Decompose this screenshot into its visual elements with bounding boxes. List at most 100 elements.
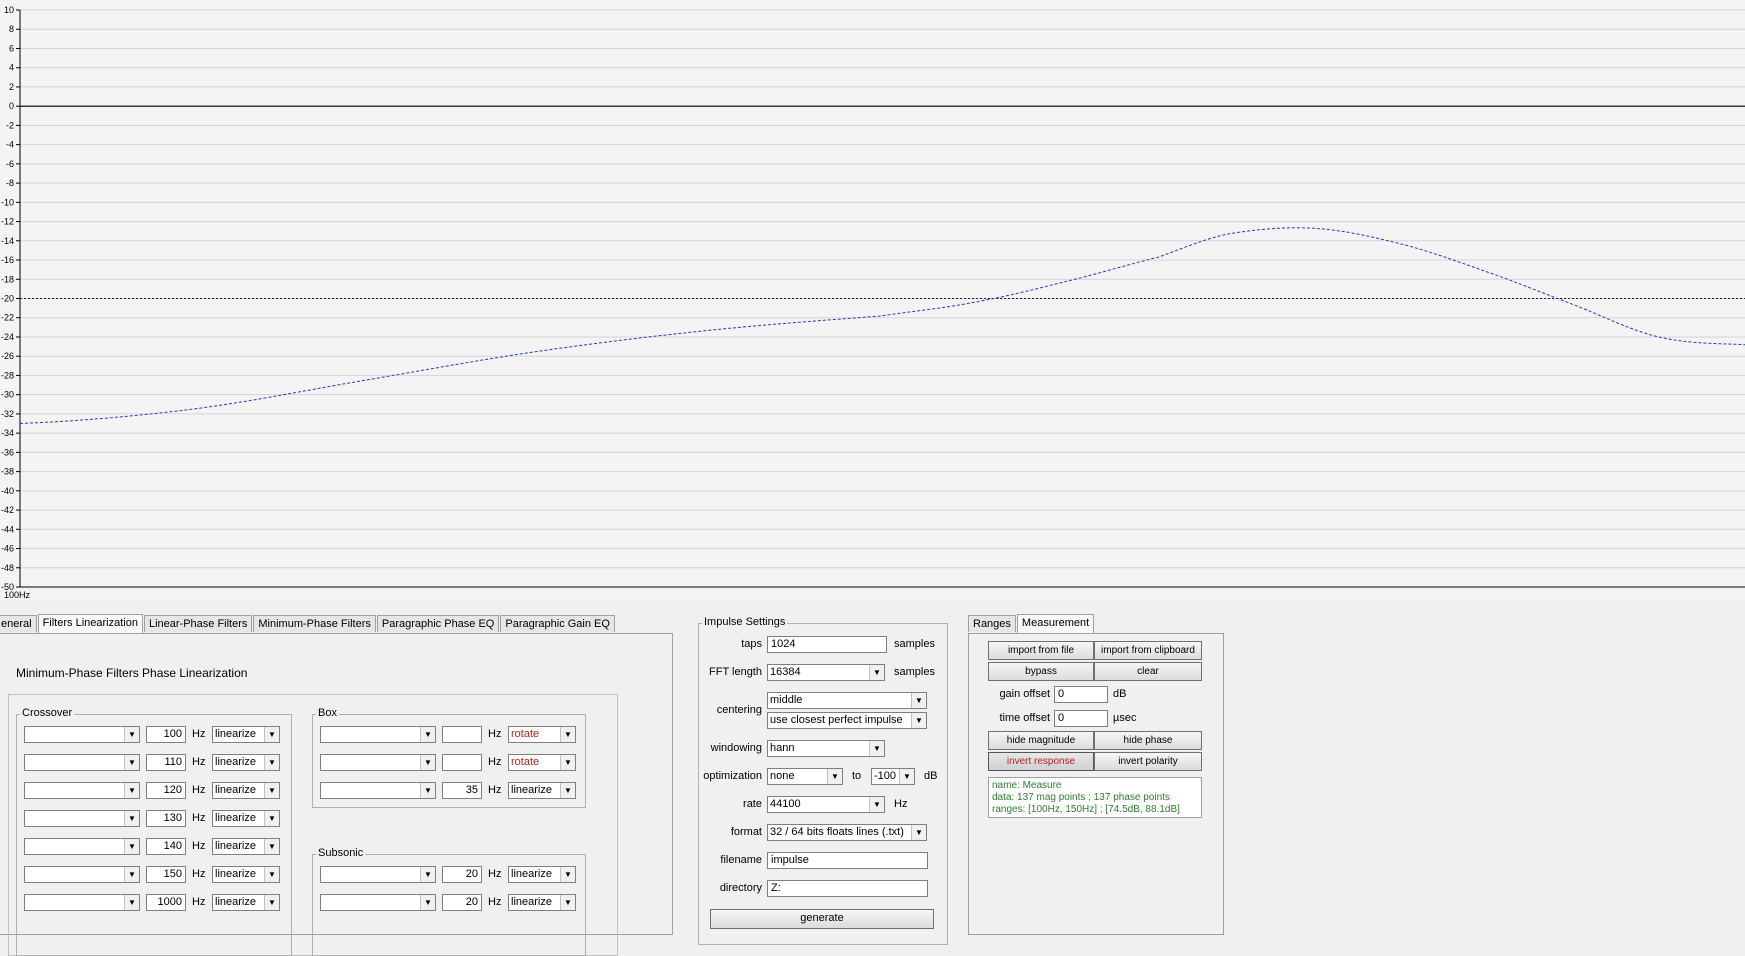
- box-hz-unit: Hz: [488, 784, 502, 796]
- subsonic-mode-select[interactable]: linearize ▼: [508, 894, 576, 911]
- subsonic-label: Subsonic: [316, 847, 366, 859]
- crossover-freq-input[interactable]: 100: [146, 726, 186, 743]
- crossover-mode-select[interactable]: linearize ▼: [212, 810, 280, 827]
- bypass-button[interactable]: bypass: [988, 662, 1094, 681]
- fft-length-value: 16384: [770, 666, 801, 678]
- crossover-mode-select[interactable]: linearize ▼: [212, 754, 280, 771]
- box-freq-input[interactable]: 35: [442, 782, 482, 799]
- tab-minimum-phase-filters[interactable]: Minimum-Phase Filters: [253, 615, 376, 632]
- y-tick-label: -8: [6, 178, 14, 188]
- y-tick-label: -26: [1, 351, 14, 361]
- centering-mode-select[interactable]: use closest perfect impulse ▼: [767, 712, 927, 729]
- crossover-type-select[interactable]: ▼: [24, 726, 140, 743]
- fft-length-unit: samples: [894, 666, 935, 678]
- directory-input[interactable]: Z:: [767, 880, 928, 897]
- chevron-down-icon: ▼: [264, 867, 279, 882]
- crossover-mode-select[interactable]: linearize ▼: [212, 894, 280, 911]
- chevron-down-icon: ▼: [899, 769, 914, 784]
- chevron-down-icon: ▼: [420, 727, 435, 742]
- filename-input[interactable]: impulse: [767, 852, 928, 869]
- box-mode-select[interactable]: rotate ▼: [508, 754, 576, 771]
- rate-select[interactable]: 44100 ▼: [767, 796, 885, 813]
- box-type-select[interactable]: ▼: [320, 754, 436, 771]
- optimization-to-value: -100: [874, 770, 897, 782]
- taps-input[interactable]: 1024: [767, 636, 887, 653]
- crossover-freq-input[interactable]: 130: [146, 810, 186, 827]
- y-tick-label: 2: [9, 82, 14, 92]
- crossover-freq-input[interactable]: 140: [146, 838, 186, 855]
- crossover-freq-input[interactable]: 1000: [146, 894, 186, 911]
- import-from-file-button[interactable]: import from file: [988, 641, 1094, 660]
- windowing-select[interactable]: hann ▼: [767, 740, 885, 757]
- box-mode-select-value: linearize: [511, 784, 552, 796]
- optimization-select[interactable]: none ▼: [767, 768, 843, 785]
- subsonic-freq-input[interactable]: 20: [442, 894, 482, 911]
- fft-length-select[interactable]: 16384 ▼: [767, 664, 885, 681]
- chevron-down-icon: ▼: [869, 797, 884, 812]
- import-from-clipboard-button[interactable]: import from clipboard: [1094, 641, 1202, 660]
- box-mode-select[interactable]: rotate ▼: [508, 726, 576, 743]
- crossover-freq-input[interactable]: 110: [146, 754, 186, 771]
- subsonic-hz-unit: Hz: [488, 896, 502, 908]
- box-mode-select-value: rotate: [511, 756, 540, 768]
- tab-measurement[interactable]: Measurement: [1016, 614, 1095, 633]
- directory-label: directory: [719, 882, 762, 894]
- crossover-type-select[interactable]: ▼: [24, 782, 140, 799]
- generate-button[interactable]: generate: [710, 909, 934, 929]
- subsonic-type-select[interactable]: ▼: [320, 866, 436, 883]
- y-tick-label: -4: [6, 140, 14, 150]
- box-type-select[interactable]: ▼: [320, 782, 436, 799]
- tab-general[interactable]: eneral: [0, 615, 37, 632]
- crossover-freq-input[interactable]: 150: [146, 866, 186, 883]
- crossover-mode-select[interactable]: linearize ▼: [212, 782, 280, 799]
- crossover-type-select[interactable]: ▼: [24, 754, 140, 771]
- time-offset-input[interactable]: 0: [1054, 710, 1108, 727]
- chevron-down-icon: ▼: [560, 727, 575, 742]
- crossover-mode-select[interactable]: linearize ▼: [212, 838, 280, 855]
- chevron-down-icon: ▼: [420, 867, 435, 882]
- y-tick-label: -40: [1, 486, 14, 496]
- tab-paragraphic-phase-eq[interactable]: Paragraphic Phase EQ: [376, 615, 500, 632]
- chevron-down-icon: ▼: [560, 895, 575, 910]
- x-tick-label: 100Hz: [4, 590, 31, 600]
- subsonic-freq-input[interactable]: 20: [442, 866, 482, 883]
- box-type-select[interactable]: ▼: [320, 726, 436, 743]
- crossover-hz-unit: Hz: [192, 728, 206, 740]
- clear-button[interactable]: clear: [1094, 662, 1202, 681]
- tab-filters-linearization[interactable]: Filters Linearization: [37, 614, 143, 633]
- hide-magnitude-button[interactable]: hide magnitude: [988, 731, 1094, 750]
- box-freq-input[interactable]: [442, 726, 482, 743]
- crossover-type-select[interactable]: ▼: [24, 838, 140, 855]
- box-freq-input[interactable]: [442, 754, 482, 771]
- format-select[interactable]: 32 / 64 bits floats lines (.txt) ▼: [767, 824, 927, 841]
- gain-offset-unit: dB: [1113, 688, 1127, 700]
- crossover-type-select[interactable]: ▼: [24, 810, 140, 827]
- crossover-mode-select[interactable]: linearize ▼: [212, 866, 280, 883]
- crossover-freq-input[interactable]: 120: [146, 782, 186, 799]
- tab-ranges[interactable]: Ranges: [968, 615, 1016, 632]
- response-chart[interactable]: 10 8 6 4 2 0 -2 -4 -6 -8 -10 -12 -14 -16 -18 -20 -22 -24 -…: [0, 0, 1745, 600]
- chevron-down-icon: ▼: [124, 867, 139, 882]
- crossover-type-select[interactable]: ▼: [24, 894, 140, 911]
- rate-value: 44100: [770, 798, 801, 810]
- box-hz-unit: Hz: [488, 756, 502, 768]
- subsonic-mode-select[interactable]: linearize ▼: [508, 866, 576, 883]
- gain-offset-label: gain offset: [999, 688, 1050, 700]
- invert-response-button[interactable]: invert response: [988, 752, 1094, 771]
- optimization-to-select[interactable]: -100 ▼: [871, 768, 915, 785]
- crossover-mode-select[interactable]: linearize ▼: [212, 726, 280, 743]
- centering-select[interactable]: middle ▼: [767, 692, 927, 709]
- filters-panel: Minimum-Phase Filters Phase Linearizatio…: [0, 633, 673, 956]
- crossover-type-select[interactable]: ▼: [24, 866, 140, 883]
- box-mode-select[interactable]: linearize ▼: [508, 782, 576, 799]
- tab-paragraphic-gain-eq[interactable]: Paragraphic Gain EQ: [500, 615, 615, 632]
- gain-offset-input[interactable]: 0: [1054, 686, 1108, 703]
- y-tick-label: -42: [1, 505, 14, 515]
- tab-linear-phase-filters[interactable]: Linear-Phase Filters: [143, 615, 253, 632]
- crossover-hz-unit: Hz: [192, 896, 206, 908]
- invert-polarity-button[interactable]: invert polarity: [1094, 752, 1202, 771]
- crossover-hz-unit: Hz: [192, 868, 206, 880]
- chevron-down-icon: ▼: [124, 755, 139, 770]
- subsonic-type-select[interactable]: ▼: [320, 894, 436, 911]
- hide-phase-button[interactable]: hide phase: [1094, 731, 1202, 750]
